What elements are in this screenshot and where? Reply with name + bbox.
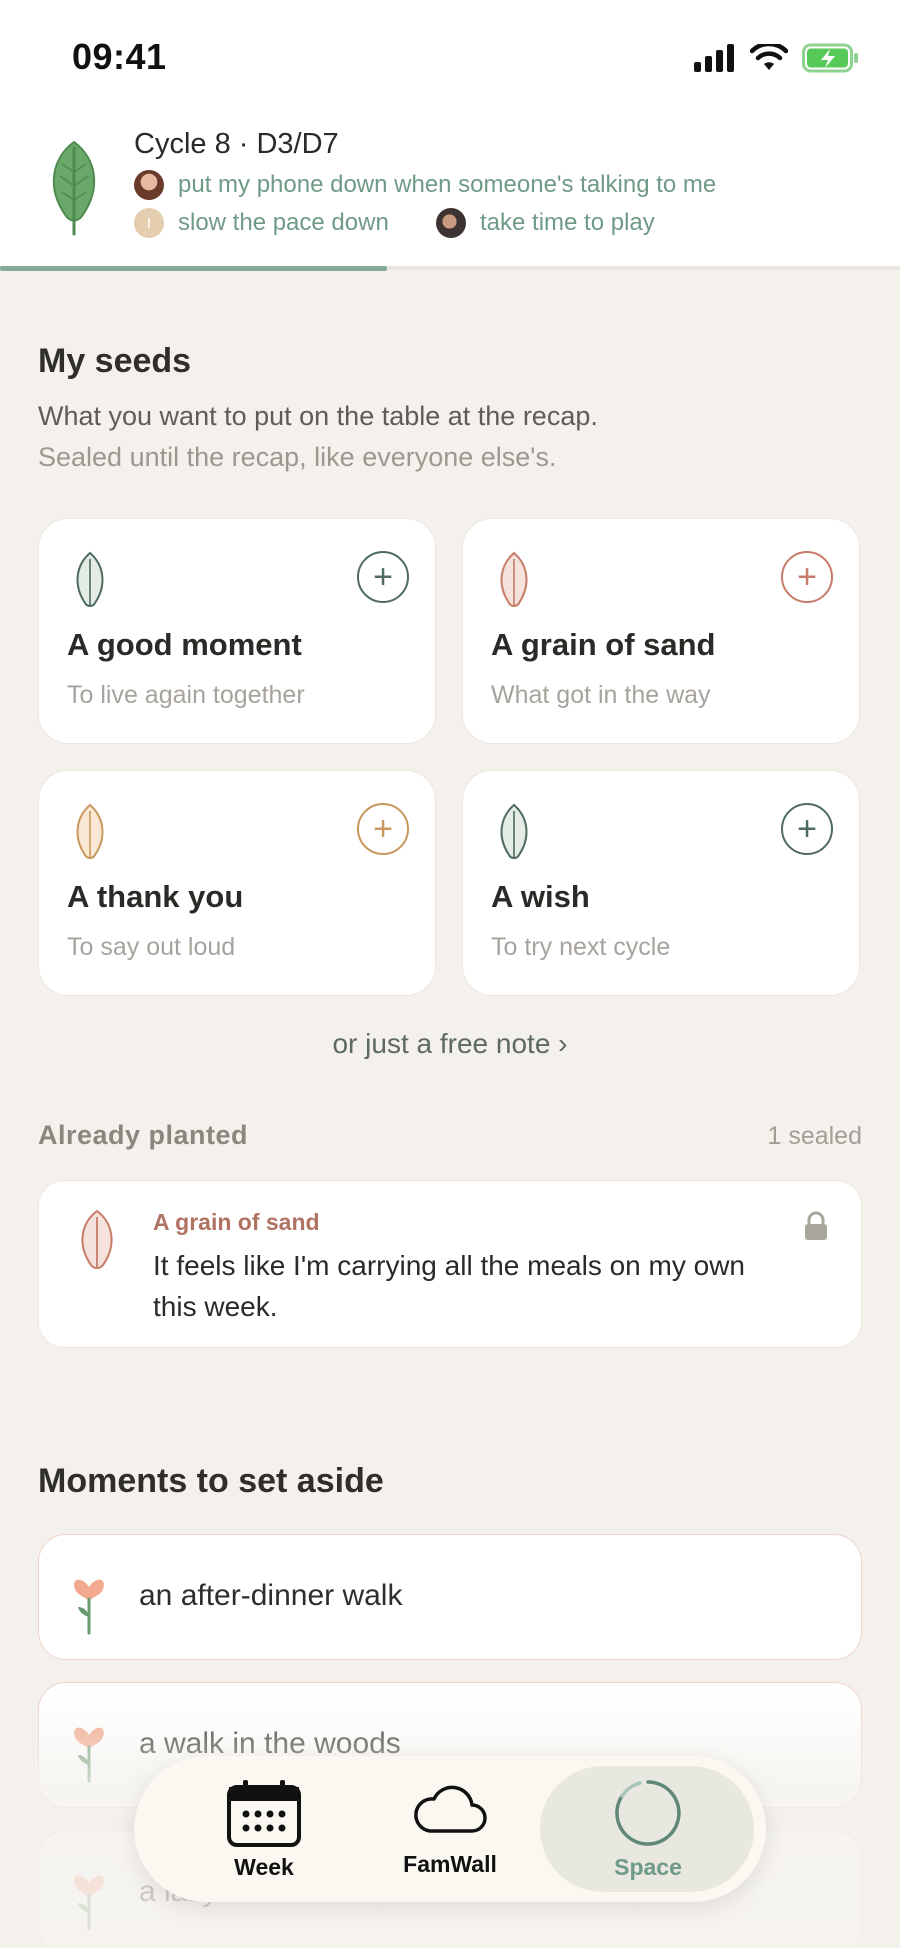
tab-label: FamWall bbox=[403, 1850, 497, 1877]
lock-icon bbox=[805, 1211, 827, 1240]
cycle-title: Cycle 8 · D3/D7 bbox=[134, 128, 339, 160]
seed-good-moment-card[interactable]: + A good moment To live again together bbox=[38, 518, 436, 744]
circle-icon bbox=[615, 1779, 681, 1846]
battery-charging-icon bbox=[802, 43, 858, 73]
status-bar: 09:41 bbox=[0, 0, 900, 116]
tab-space[interactable]: Space bbox=[556, 1756, 740, 1902]
moment-item[interactable]: an after-dinner walk bbox=[38, 1534, 862, 1660]
intention-row: put my phone down when someone's talking… bbox=[134, 170, 716, 200]
intention-row: I slow the pace down bbox=[134, 208, 389, 238]
intention-row: take time to play bbox=[436, 208, 655, 238]
planted-item[interactable]: A grain of sand It feels like I'm carryi… bbox=[38, 1180, 862, 1348]
seed-wish-card[interactable]: + A wish To try next cycle bbox=[462, 770, 860, 996]
leaf-icon bbox=[76, 551, 104, 607]
seed-subtitle: To live again together bbox=[67, 681, 305, 709]
cellular-signal-icon bbox=[694, 44, 734, 72]
planted-label: Already planted bbox=[38, 1120, 249, 1150]
seeds-subtitle: What you want to put on the table at the… bbox=[38, 401, 598, 431]
leaf-icon bbox=[500, 803, 528, 859]
planted-kind: A grain of sand bbox=[153, 1209, 320, 1235]
tab-famwall[interactable]: FamWall bbox=[360, 1756, 540, 1902]
seed-subtitle: To say out loud bbox=[67, 933, 236, 961]
moment-label: an after-dinner walk bbox=[139, 1579, 403, 1612]
moments-title: Moments to set aside bbox=[38, 1462, 384, 1500]
seeds-title: My seeds bbox=[38, 342, 192, 380]
free-note-link[interactable]: or just a free note › bbox=[0, 1028, 900, 1060]
cycle-header[interactable]: Cycle 8 · D3/D7 put my phone down when s… bbox=[0, 116, 900, 266]
planted-text: It feels like I'm carrying all the meals… bbox=[153, 1250, 746, 1322]
intention-text: put my phone down when someone's talking… bbox=[178, 171, 717, 198]
tab-bar: Week FamWall Space bbox=[134, 1756, 766, 1902]
intention-text: take time to play bbox=[480, 209, 655, 236]
cycle-progress-fill bbox=[0, 266, 387, 271]
seed-title: A good moment bbox=[67, 627, 302, 662]
calendar-icon bbox=[227, 1779, 301, 1847]
avatar: I bbox=[134, 208, 164, 238]
add-seed-button[interactable]: + bbox=[781, 803, 833, 855]
seed-grain-of-sand-card[interactable]: + A grain of sand What got in the way bbox=[462, 518, 860, 744]
seeds-subtitle-note: Sealed until the recap, like everyone el… bbox=[38, 442, 557, 472]
leaf-icon bbox=[52, 140, 96, 236]
add-seed-button[interactable]: + bbox=[357, 551, 409, 603]
tab-week[interactable]: Week bbox=[174, 1756, 354, 1902]
wifi-icon bbox=[750, 44, 788, 70]
leaf-icon bbox=[81, 1209, 113, 1269]
planted-count: 1 sealed bbox=[767, 1122, 862, 1150]
status-time: 09:41 bbox=[72, 36, 167, 77]
intention-text: slow the pace down bbox=[178, 209, 389, 236]
tab-label: Week bbox=[234, 1853, 294, 1880]
add-seed-button[interactable]: + bbox=[781, 551, 833, 603]
seed-title: A grain of sand bbox=[491, 627, 716, 662]
seed-title: A wish bbox=[491, 879, 590, 914]
tab-label: Space bbox=[614, 1853, 682, 1880]
avatar bbox=[436, 208, 466, 238]
leaf-icon bbox=[76, 803, 104, 859]
seed-subtitle: To try next cycle bbox=[491, 933, 671, 961]
avatar bbox=[134, 170, 164, 200]
leaf-icon bbox=[500, 551, 528, 607]
status-icons bbox=[694, 40, 860, 76]
cloud-icon bbox=[414, 1785, 487, 1833]
seed-title: A thank you bbox=[67, 879, 244, 914]
seed-thank-you-card[interactable]: + A thank you To say out loud bbox=[38, 770, 436, 996]
flower-icon bbox=[74, 1579, 104, 1635]
add-seed-button[interactable]: + bbox=[357, 803, 409, 855]
seed-subtitle: What got in the way bbox=[491, 681, 711, 709]
